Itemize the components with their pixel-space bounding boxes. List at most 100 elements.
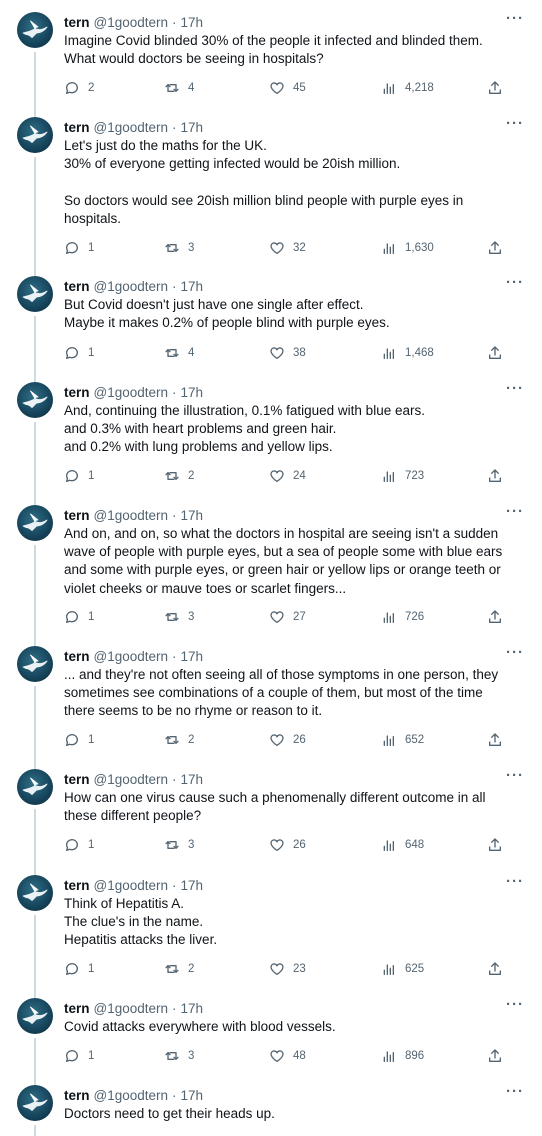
share-button[interactable]: [487, 732, 503, 753]
views-button[interactable]: 723: [381, 468, 424, 484]
author-name[interactable]: tern: [64, 772, 90, 787]
timestamp[interactable]: 17h: [181, 878, 204, 893]
more-options-button[interactable]: ···: [506, 380, 524, 397]
views-button[interactable]: 625: [381, 961, 424, 977]
like-button[interactable]: 38: [269, 345, 306, 361]
avatar[interactable]: [17, 276, 53, 312]
timestamp[interactable]: 17h: [181, 279, 204, 294]
avatar[interactable]: [17, 382, 53, 418]
like-button[interactable]: 26: [269, 837, 306, 853]
share-button[interactable]: [487, 240, 503, 261]
more-options-button[interactable]: ···: [506, 274, 524, 291]
author-handle[interactable]: @1goodtern: [94, 508, 169, 523]
author-handle[interactable]: @1goodtern: [94, 649, 169, 664]
views-button[interactable]: 652: [381, 732, 424, 748]
views-button[interactable]: 648: [381, 837, 424, 853]
share-button[interactable]: [487, 961, 503, 982]
timestamp[interactable]: 17h: [181, 15, 204, 30]
tweet[interactable]: tern @1goodtern · 17h ··· Let's just do the m…: [0, 115, 542, 276]
author-handle[interactable]: @1goodtern: [94, 385, 169, 400]
author-handle[interactable]: @1goodtern: [94, 1088, 169, 1103]
reply-button[interactable]: 1: [64, 345, 94, 361]
author-name[interactable]: tern: [64, 878, 90, 893]
author-handle[interactable]: @1goodtern: [94, 1001, 169, 1016]
timestamp[interactable]: 17h: [181, 120, 204, 135]
author-handle[interactable]: @1goodtern: [94, 279, 169, 294]
tweet[interactable]: tern @1goodtern · 17h ··· Imagine Covid blind…: [0, 10, 542, 117]
author-name[interactable]: tern: [64, 15, 90, 30]
more-options-button[interactable]: ···: [506, 1083, 524, 1100]
more-options-button[interactable]: ···: [506, 996, 524, 1013]
avatar[interactable]: [17, 117, 53, 153]
tweet[interactable]: tern @1goodtern · 17h ··· Covid attacks every…: [0, 996, 542, 1085]
author-name[interactable]: tern: [64, 385, 90, 400]
reply-button[interactable]: 1: [64, 732, 94, 748]
like-button[interactable]: 32: [269, 240, 306, 256]
reply-button[interactable]: 1: [64, 961, 94, 977]
tweet[interactable]: tern @1goodtern · 17h ··· ... and they're not…: [0, 644, 542, 769]
author-handle[interactable]: @1goodtern: [94, 15, 169, 30]
retweet-button[interactable]: 4: [164, 80, 194, 96]
retweet-button[interactable]: 3: [164, 609, 194, 625]
share-button[interactable]: [487, 468, 503, 489]
timestamp[interactable]: 17h: [181, 1001, 204, 1016]
more-options-button[interactable]: ···: [506, 873, 524, 890]
retweet-button[interactable]: 3: [164, 837, 194, 853]
views-button[interactable]: 726: [381, 609, 424, 625]
author-name[interactable]: tern: [64, 649, 90, 664]
reply-button[interactable]: 1: [64, 468, 94, 484]
tweet[interactable]: tern @1goodtern · 17h ··· But Covid doesn't j…: [0, 274, 542, 382]
author-name[interactable]: tern: [64, 279, 90, 294]
author-name[interactable]: tern: [64, 1001, 90, 1016]
share-button[interactable]: [487, 345, 503, 366]
author-name[interactable]: tern: [64, 1088, 90, 1103]
timestamp[interactable]: 17h: [181, 772, 204, 787]
tweet[interactable]: tern @1goodtern · 17h ··· Doctors need to get…: [0, 1083, 542, 1136]
like-button[interactable]: 45: [269, 80, 306, 96]
more-options-button[interactable]: ···: [506, 503, 524, 520]
retweet-button[interactable]: 2: [164, 468, 194, 484]
reply-button[interactable]: 1: [64, 609, 94, 625]
like-button[interactable]: 27: [269, 609, 306, 625]
retweet-button[interactable]: 3: [164, 1048, 194, 1064]
tweet[interactable]: tern @1goodtern · 17h ··· How can one virus c…: [0, 767, 542, 875]
views-button[interactable]: 896: [381, 1048, 424, 1064]
more-options-button[interactable]: ···: [506, 644, 524, 661]
like-button[interactable]: 26: [269, 732, 306, 748]
timestamp[interactable]: 17h: [181, 1088, 204, 1103]
avatar[interactable]: [17, 769, 53, 805]
tweet[interactable]: tern @1goodtern · 17h ··· And on, and on, so …: [0, 503, 542, 646]
avatar[interactable]: [17, 646, 53, 682]
share-button[interactable]: [487, 837, 503, 858]
timestamp[interactable]: 17h: [181, 508, 204, 523]
author-handle[interactable]: @1goodtern: [94, 878, 169, 893]
author-name[interactable]: tern: [64, 120, 90, 135]
views-button[interactable]: 4,218: [381, 80, 434, 96]
retweet-button[interactable]: 2: [164, 961, 194, 977]
views-button[interactable]: 1,468: [381, 345, 434, 361]
more-options-button[interactable]: ···: [506, 115, 524, 132]
author-name[interactable]: tern: [64, 508, 90, 523]
avatar[interactable]: [17, 505, 53, 541]
avatar[interactable]: [17, 998, 53, 1034]
share-button[interactable]: [487, 80, 503, 101]
retweet-button[interactable]: 4: [164, 345, 194, 361]
tweet[interactable]: tern @1goodtern · 17h ··· And, continuing the…: [0, 380, 542, 505]
like-button[interactable]: 23: [269, 961, 306, 977]
author-handle[interactable]: @1goodtern: [94, 120, 169, 135]
tweet[interactable]: tern @1goodtern · 17h ··· Think of Hepatitis …: [0, 873, 542, 998]
avatar[interactable]: [17, 12, 53, 48]
share-button[interactable]: [487, 609, 503, 630]
author-handle[interactable]: @1goodtern: [94, 772, 169, 787]
more-options-button[interactable]: ···: [506, 767, 524, 784]
views-button[interactable]: 1,630: [381, 240, 434, 256]
timestamp[interactable]: 17h: [181, 385, 204, 400]
share-button[interactable]: [487, 1048, 503, 1069]
avatar[interactable]: [17, 1085, 53, 1121]
reply-button[interactable]: 1: [64, 837, 94, 853]
more-options-button[interactable]: ···: [506, 10, 524, 27]
reply-button[interactable]: 1: [64, 1048, 94, 1064]
reply-button[interactable]: 2: [64, 80, 94, 96]
timestamp[interactable]: 17h: [181, 649, 204, 664]
retweet-button[interactable]: 3: [164, 240, 194, 256]
